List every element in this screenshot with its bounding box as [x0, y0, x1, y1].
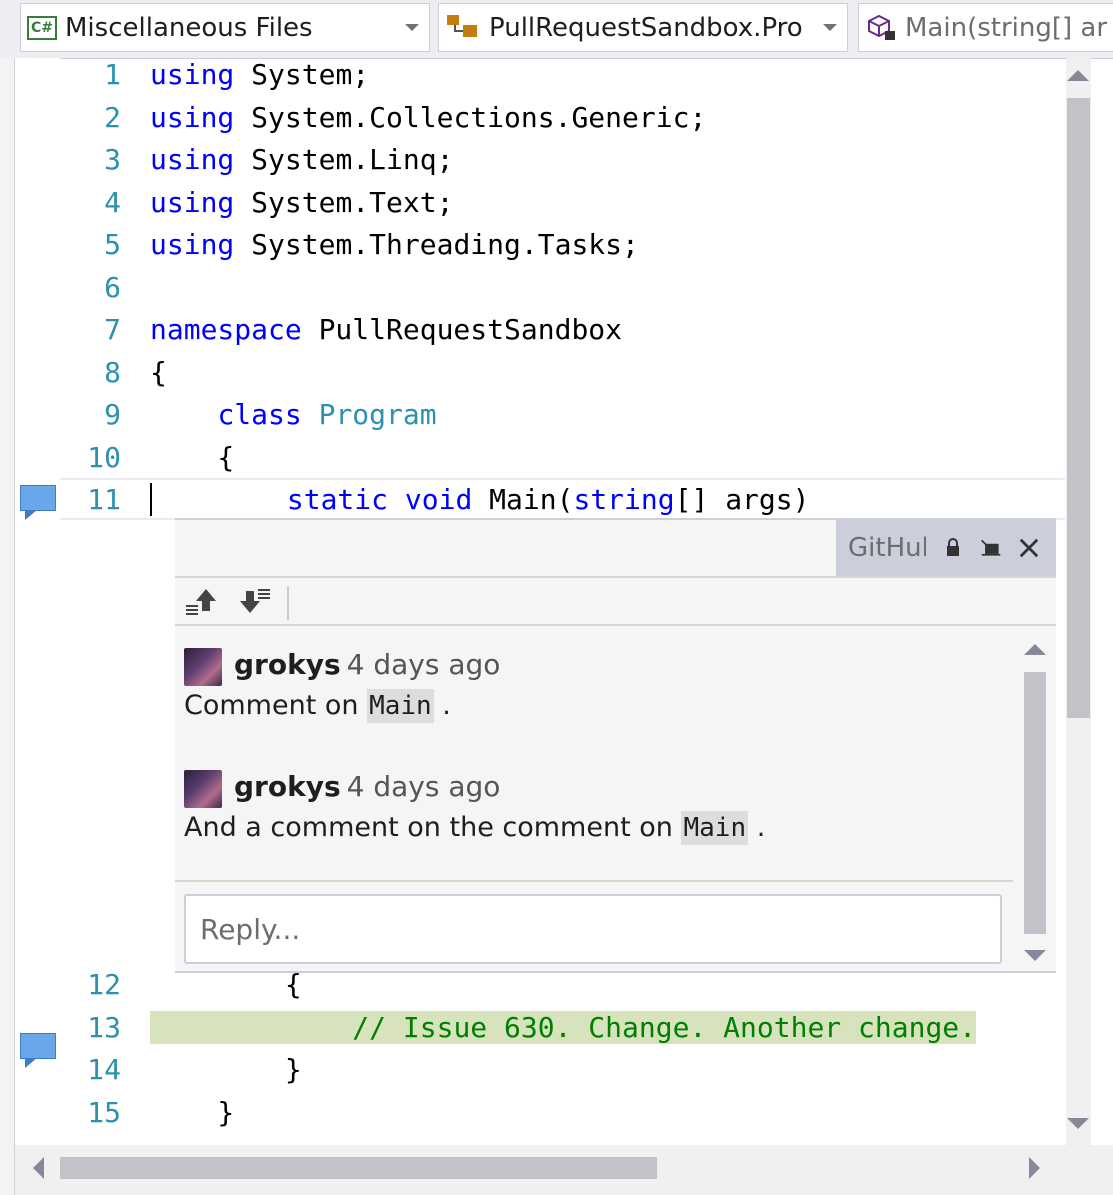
peek-tab-title: GitHub	[848, 533, 926, 563]
chevron-down-icon	[405, 24, 419, 31]
line-number: 12	[87, 967, 121, 1001]
horizontal-scrollbar[interactable]	[15, 1145, 1057, 1195]
comment-timestamp: 4 days ago	[346, 770, 501, 803]
line-number: 1	[104, 58, 121, 91]
line-number: 3	[104, 142, 121, 176]
comment-body: Comment on Main .	[184, 689, 451, 723]
file-dropdown-label: Miscellaneous Files	[65, 12, 313, 43]
code-text: {	[150, 440, 235, 474]
line-number: 11	[87, 482, 121, 516]
line-number: 9	[104, 397, 121, 431]
method-icon	[865, 13, 899, 43]
avatar[interactable]	[184, 770, 222, 808]
scroll-up-icon[interactable]	[1024, 644, 1046, 655]
vertical-scrollbar[interactable]	[1066, 58, 1091, 1145]
comment-author[interactable]: grokys 4 days ago	[234, 648, 500, 681]
code-text: namespace PullRequestSandbox	[150, 312, 623, 346]
reply-input[interactable]: Reply...	[184, 894, 1002, 964]
code-line[interactable]: 10 {	[60, 436, 1065, 478]
scroll-left-icon[interactable]	[33, 1157, 44, 1179]
member-dropdown-label: Main(string[] ar	[905, 12, 1108, 43]
code-line[interactable]: 5 using System.Threading.Tasks;	[60, 223, 1065, 265]
code-text: {	[150, 355, 167, 389]
scroll-up-icon[interactable]	[1067, 70, 1089, 81]
next-comment-icon[interactable]	[237, 584, 273, 618]
csharp-file-icon: C#	[27, 15, 57, 40]
line-number: 5	[104, 227, 121, 261]
line-number: 15	[87, 1095, 121, 1129]
project-dropdown-label: PullRequestSandbox.Pro	[489, 12, 803, 43]
code-line[interactable]: 15 }	[60, 1091, 1065, 1133]
line-number: 2	[104, 100, 121, 134]
code-text: class Program	[217, 397, 437, 431]
code-text: }	[150, 1052, 302, 1086]
comment-bubble-icon[interactable]	[20, 485, 56, 520]
divider	[175, 880, 1013, 882]
code-line[interactable]: 7 namespace PullRequestSandbox	[60, 308, 1065, 350]
scrollbar-thumb[interactable]	[1024, 672, 1046, 934]
code-line[interactable]: 9 class Program	[60, 393, 1065, 435]
pin-icon[interactable]	[980, 537, 1002, 559]
code-line[interactable]: 2 using System.Collections.Generic;	[60, 96, 1065, 138]
peek-toolbar	[175, 576, 1056, 626]
comment-body: And a comment on the comment on Main .	[184, 811, 766, 845]
inline-code: Main	[681, 811, 749, 845]
inline-comment-peek: GitHub grokys4 days ago Comment on Main …	[175, 518, 1056, 973]
glyph-margin	[15, 58, 60, 1145]
code-line[interactable]: 13 // Issue 630. Change. Another change.	[60, 1006, 1065, 1048]
avatar[interactable]	[184, 648, 222, 686]
member-dropdown[interactable]: Main(string[] ar	[858, 3, 1113, 52]
scrollbar-thumb[interactable]	[60, 1157, 657, 1179]
code-text: using System.Threading.Tasks;	[150, 227, 639, 261]
code-line[interactable]: 4 using System.Text;	[60, 181, 1065, 223]
code-line[interactable]: 3 using System.Linq;	[60, 138, 1065, 180]
close-icon[interactable]	[1018, 537, 1040, 559]
code-line[interactable]: 6	[60, 266, 1065, 308]
code-text: // Issue 630. Change. Another change.	[150, 1010, 977, 1044]
scroll-down-icon[interactable]	[1067, 1118, 1089, 1129]
line-number: 7	[104, 312, 121, 346]
inline-code: Main	[367, 689, 434, 723]
code-line[interactable]: 1 using System;	[60, 58, 1065, 95]
scrollbar-thumb[interactable]	[1067, 98, 1090, 718]
scroll-right-icon[interactable]	[1029, 1157, 1040, 1179]
code-line[interactable]: 11 static void Main(string[] args)	[60, 478, 1065, 520]
project-dropdown[interactable]: PullRequestSandbox.Pro	[438, 3, 848, 52]
peek-tab[interactable]: GitHub	[836, 520, 1056, 576]
code-text: static void Main(string[] args)	[150, 482, 979, 516]
lock-icon[interactable]	[942, 537, 964, 559]
code-text: using System.Text;	[150, 185, 454, 219]
project-icon	[445, 13, 481, 43]
navigation-bar: C# Miscellaneous Files PullRequestSandbo…	[0, 0, 1113, 59]
scrollbar-corner	[1057, 1145, 1113, 1195]
code-line[interactable]: 14 }	[60, 1048, 1065, 1090]
line-number: 6	[104, 270, 121, 304]
left-edge	[0, 58, 15, 1195]
line-number: 14	[87, 1052, 121, 1086]
code-line[interactable]: 8{	[60, 351, 1065, 393]
chevron-down-icon	[823, 24, 837, 31]
line-number: 4	[104, 185, 121, 219]
line-number: 13	[87, 1010, 121, 1044]
comment-timestamp: 4 days ago	[346, 648, 501, 681]
line-number: 8	[104, 355, 121, 389]
comment-author[interactable]: grokys 4 days ago	[234, 770, 500, 803]
comment-bubble-icon[interactable]	[20, 1033, 56, 1068]
code-text: using System;	[150, 58, 370, 91]
toolbar-separator	[287, 586, 289, 620]
code-text: using System.Linq;	[150, 142, 454, 176]
scroll-down-icon[interactable]	[1024, 950, 1046, 961]
file-dropdown[interactable]: C# Miscellaneous Files	[20, 3, 430, 52]
peek-scrollbar[interactable]	[1024, 644, 1046, 964]
line-number: 10	[87, 440, 121, 474]
previous-comment-icon[interactable]	[183, 584, 219, 618]
code-text: using System.Collections.Generic;	[150, 100, 707, 134]
code-text: }	[150, 1095, 235, 1129]
